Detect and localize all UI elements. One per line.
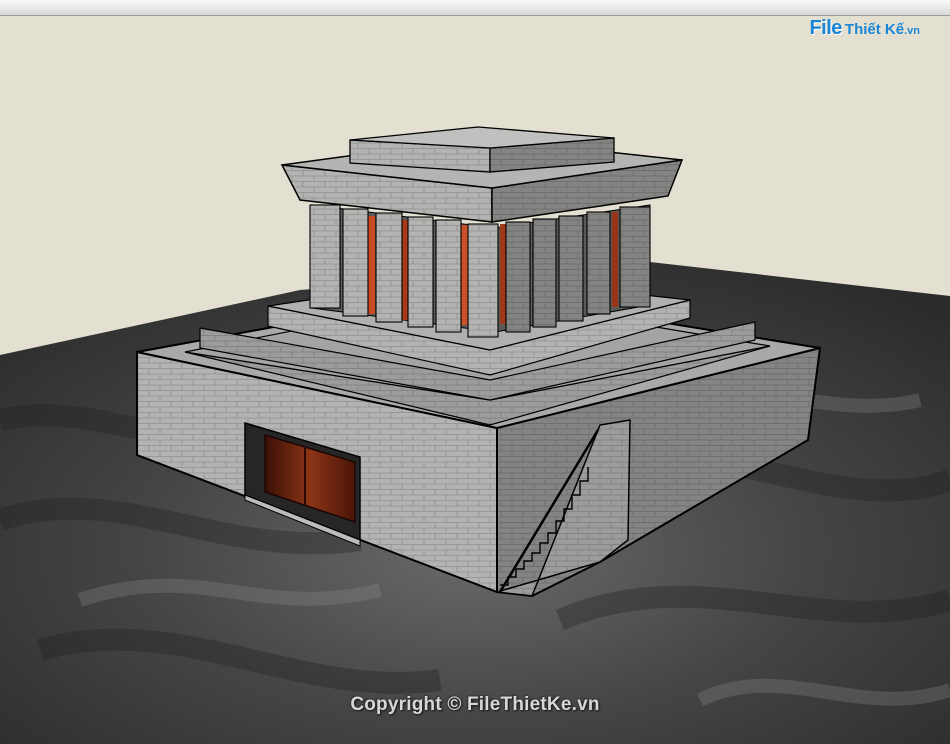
- logo-prefix: File: [809, 17, 842, 39]
- red-window: [612, 212, 618, 307]
- 3d-scene[interactable]: [0, 16, 950, 744]
- red-window: [402, 220, 408, 320]
- window-title-bar[interactable]: [0, 0, 950, 16]
- logo-tld: .vn: [904, 25, 920, 37]
- logo-brand: Thiết Kế: [844, 21, 905, 38]
- red-window: [500, 224, 506, 324]
- red-window: [461, 225, 468, 325]
- sketchup-viewport[interactable]: File Thiết Kế .vn Copyright © FileThietK…: [0, 0, 950, 744]
- copyright-watermark: Copyright © FileThietKe.vn: [350, 694, 600, 715]
- filethietke-logo: File Thiết Kế .vn: [809, 17, 920, 40]
- red-window: [368, 216, 375, 314]
